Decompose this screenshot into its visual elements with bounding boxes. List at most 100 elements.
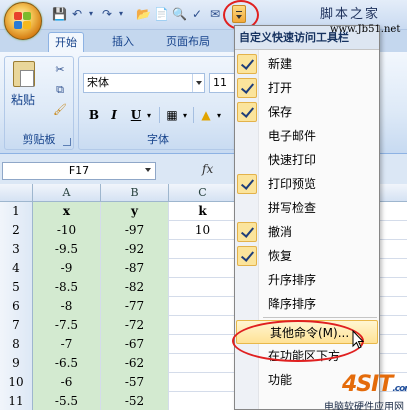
redo-dropdown-icon[interactable]: ▾ xyxy=(114,7,128,21)
row-header[interactable]: 3 xyxy=(0,240,33,259)
column-header-c[interactable]: C xyxy=(169,184,237,202)
sheet-cell[interactable] xyxy=(169,259,237,278)
sheet-cell[interactable]: 10 xyxy=(169,221,237,240)
fill-color-dropdown-icon[interactable]: ▾ xyxy=(215,105,223,125)
sheet-cell[interactable]: -82 xyxy=(101,278,169,297)
font-name-value: 宋体 xyxy=(87,76,109,89)
tab-home[interactable]: 开始 xyxy=(48,32,84,52)
menu-item[interactable]: 拼写检查 xyxy=(235,196,379,220)
column-header-a[interactable]: A xyxy=(33,184,101,202)
menu-item[interactable]: 打印预览 xyxy=(235,172,379,196)
chevron-down-icon[interactable] xyxy=(144,164,154,176)
print-preview-icon[interactable]: 🔍 xyxy=(172,7,187,21)
sheet-cell[interactable]: -67 xyxy=(101,335,169,354)
sheet-cell[interactable]: -8 xyxy=(33,297,101,316)
sheet-cell[interactable]: -52 xyxy=(101,392,169,410)
row-header[interactable]: 8 xyxy=(0,335,33,354)
menu-item-label: 打开 xyxy=(268,81,293,95)
menu-item-label: 降序排序 xyxy=(268,297,317,311)
sheet-cell[interactable] xyxy=(169,354,237,373)
tab-page-layout[interactable]: 页面布局 xyxy=(160,32,216,52)
menu-item[interactable]: 升序排序 xyxy=(235,268,379,292)
sheet-cell[interactable]: -87 xyxy=(101,259,169,278)
sheet-cell[interactable]: -62 xyxy=(101,354,169,373)
insert-function-icon[interactable]: fx xyxy=(202,162,213,176)
sheet-cell[interactable]: -72 xyxy=(101,316,169,335)
underline-dropdown-icon[interactable]: ▾ xyxy=(145,105,153,125)
menu-item-label: 撤消 xyxy=(268,225,293,239)
menu-item[interactable]: 降序排序 xyxy=(235,292,379,316)
menu-item[interactable]: 撤消 xyxy=(235,220,379,244)
clipboard-group: 粘贴 ✂ ⧉ 🖌 剪贴板 xyxy=(4,56,74,150)
sheet-cell[interactable]: x xyxy=(33,202,101,221)
sheet-cell[interactable]: -77 xyxy=(101,297,169,316)
chevron-down-icon[interactable] xyxy=(192,74,204,92)
row-header[interactable]: 1 xyxy=(0,202,33,221)
sheet-cell[interactable]: -97 xyxy=(101,221,169,240)
row-header[interactable]: 11 xyxy=(0,392,33,410)
site-url: www.Jb51.net xyxy=(330,24,401,35)
dialog-launcher-icon[interactable] xyxy=(63,138,71,146)
borders-dropdown-icon[interactable]: ▾ xyxy=(181,105,189,125)
sheet-cell[interactable] xyxy=(169,240,237,259)
sheet-cell[interactable]: -6 xyxy=(33,373,101,392)
sheet-cell[interactable]: -57 xyxy=(101,373,169,392)
italic-button[interactable]: I xyxy=(107,105,121,125)
font-size-select[interactable]: 11 xyxy=(209,73,237,93)
sheet-cell[interactable]: -7.5 xyxy=(33,316,101,335)
sheet-cell[interactable]: -92 xyxy=(101,240,169,259)
row-header[interactable]: 7 xyxy=(0,316,33,335)
undo-icon[interactable]: ↶ xyxy=(70,7,84,21)
underline-button[interactable]: U xyxy=(129,105,143,125)
row-header[interactable]: 5 xyxy=(0,278,33,297)
menu-item[interactable]: 恢复 xyxy=(235,244,379,268)
font-name-select[interactable]: 宋体 xyxy=(83,73,205,93)
sheet-cell[interactable]: k xyxy=(169,202,237,221)
sheet-cell[interactable] xyxy=(169,297,237,316)
open-folder-icon[interactable]: 📂 xyxy=(136,7,151,21)
sheet-cell[interactable] xyxy=(169,392,237,410)
sheet-cell[interactable] xyxy=(169,316,237,335)
row-header[interactable]: 6 xyxy=(0,297,33,316)
office-button[interactable] xyxy=(4,2,42,40)
cut-icon[interactable]: ✂ xyxy=(53,63,67,77)
spelling-icon[interactable]: ✓ xyxy=(190,7,204,21)
select-all-corner[interactable] xyxy=(0,184,33,202)
checkmark-icon xyxy=(237,222,257,242)
sheet-cell[interactable]: -5.5 xyxy=(33,392,101,410)
row-header[interactable]: 4 xyxy=(0,259,33,278)
menu-item[interactable]: 快速打印 xyxy=(235,148,379,172)
tab-insert[interactable]: 插入 xyxy=(106,32,140,52)
bold-button[interactable]: B xyxy=(87,105,101,125)
row-header[interactable]: 9 xyxy=(0,354,33,373)
undo-dropdown-icon[interactable]: ▾ xyxy=(84,7,98,21)
copy-icon[interactable]: ⧉ xyxy=(53,83,67,97)
sheet-cell[interactable]: -8.5 xyxy=(33,278,101,297)
name-box[interactable]: F17 xyxy=(2,162,156,180)
sheet-cell[interactable]: -7 xyxy=(33,335,101,354)
menu-item[interactable]: 电子邮件 xyxy=(235,124,379,148)
row-header[interactable]: 10 xyxy=(0,373,33,392)
sheet-cell[interactable]: -6.5 xyxy=(33,354,101,373)
row-header[interactable]: 2 xyxy=(0,221,33,240)
sheet-cell[interactable]: -10 xyxy=(33,221,101,240)
format-painter-icon[interactable]: 🖌 xyxy=(53,103,67,117)
email-icon[interactable]: ✉ xyxy=(208,7,222,21)
sheet-cell[interactable] xyxy=(169,373,237,392)
paste-button[interactable]: 粘贴 xyxy=(9,61,39,119)
sheet-cell[interactable] xyxy=(169,278,237,297)
checkmark-icon xyxy=(237,246,257,266)
redo-icon[interactable]: ↷ xyxy=(100,7,114,21)
column-header-b[interactable]: B xyxy=(101,184,169,202)
borders-icon[interactable]: ▦ xyxy=(165,105,179,125)
sheet-cell[interactable]: -9.5 xyxy=(33,240,101,259)
fill-color-icon[interactable]: ▲ xyxy=(199,105,213,125)
sheet-cell[interactable] xyxy=(169,335,237,354)
menu-item[interactable]: 保存 xyxy=(235,100,379,124)
menu-item[interactable]: 新建 xyxy=(235,52,379,76)
sheet-cell[interactable]: -9 xyxy=(33,259,101,278)
new-document-icon[interactable]: 📄 xyxy=(154,7,169,21)
menu-item[interactable]: 打开 xyxy=(235,76,379,100)
sheet-cell[interactable]: y xyxy=(101,202,169,221)
save-icon[interactable]: 💾 xyxy=(52,7,67,21)
